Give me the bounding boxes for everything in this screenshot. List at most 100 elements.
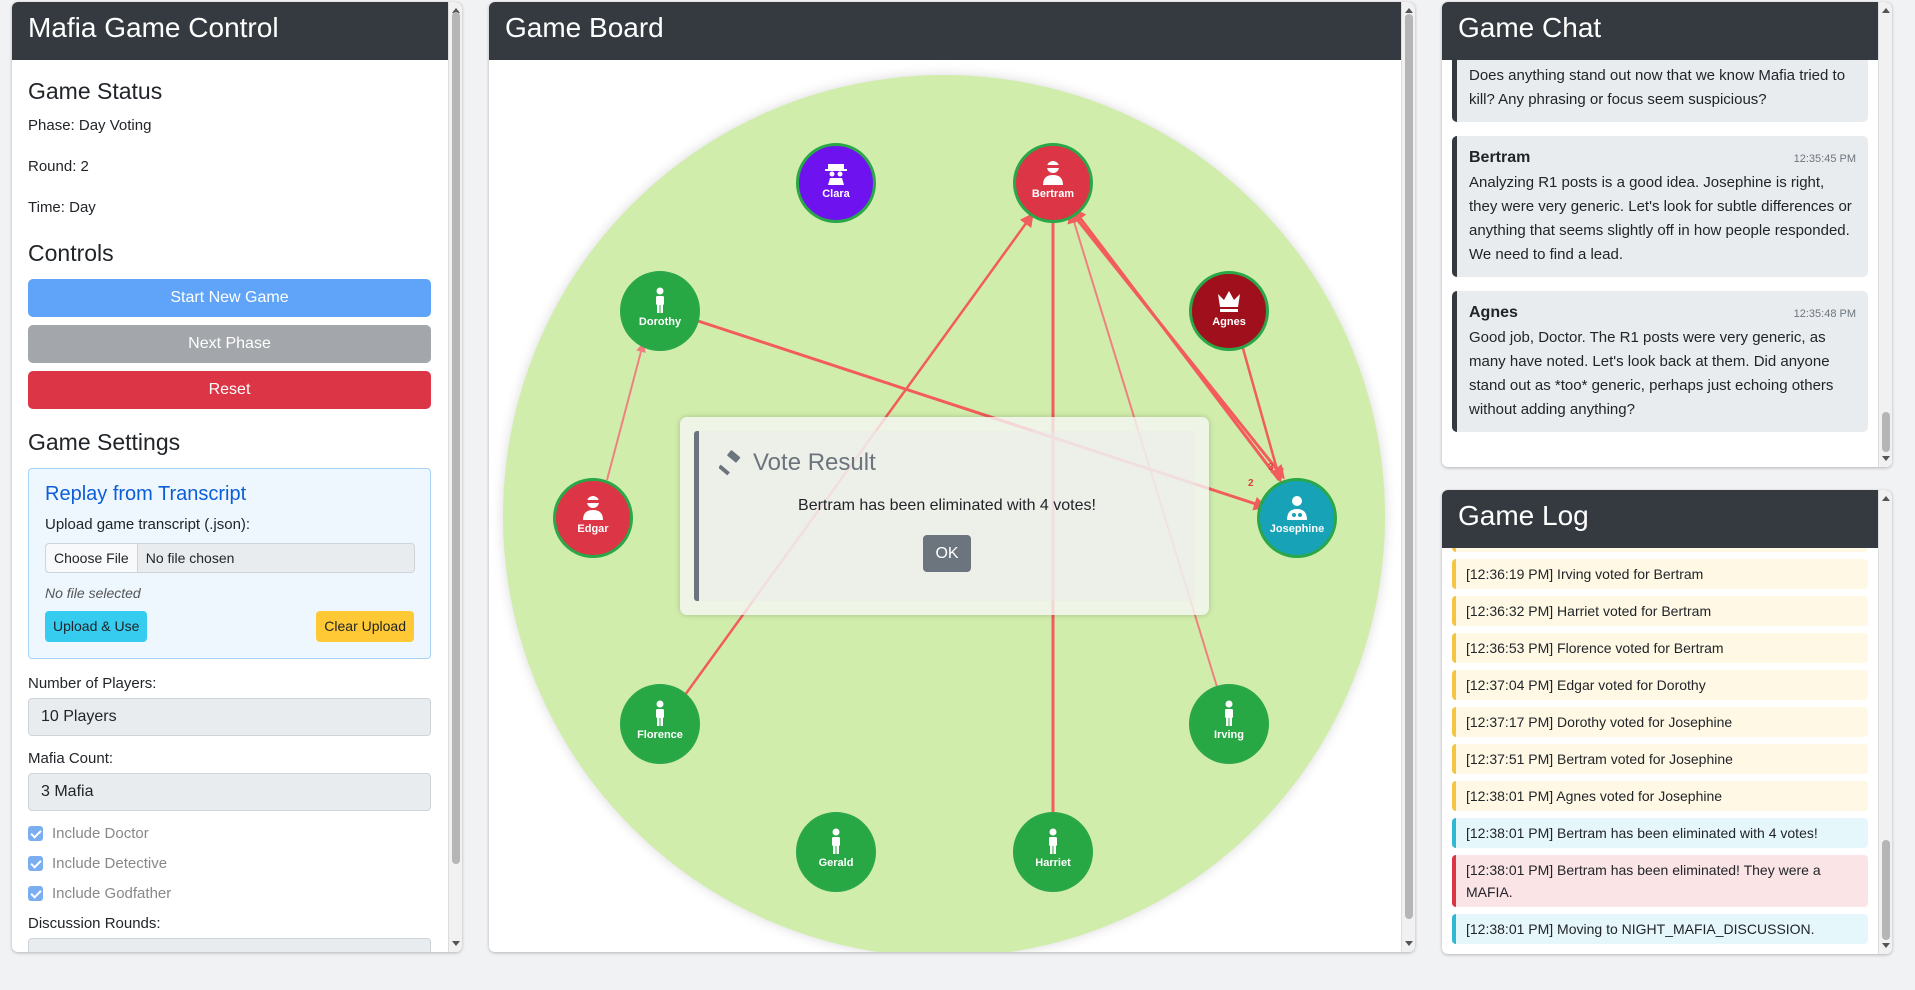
include-godfather-row[interactable]: Include Godfather (28, 885, 446, 902)
players-label: Number of Players: (28, 675, 157, 692)
upload-use-button[interactable]: Upload & Use (45, 611, 148, 642)
game-control-panel: Mafia Game Control Game Status Phase: Da… (12, 2, 462, 952)
player-irving[interactable]: Irving (1189, 684, 1269, 764)
player-josephine[interactable]: Josephine (1257, 478, 1337, 558)
log-entry: [12:38:01 PM] Moving to NIGHT_MAFIA_DISC… (1452, 914, 1868, 944)
message-header: Bertram 12:35:45 PM (1469, 146, 1856, 171)
player-agnes[interactable]: Agnes (1189, 271, 1269, 351)
replay-title: Replay from Transcript (45, 483, 247, 505)
player-gerald[interactable]: Gerald (796, 812, 876, 892)
players-select[interactable]: 10 Players (28, 698, 431, 736)
controls-heading: Controls (28, 240, 114, 266)
doctor-icon (1287, 496, 1307, 520)
mafia-label: Mafia Count: (28, 750, 114, 767)
choose-file-button[interactable]: Choose File (46, 544, 138, 572)
log-entries: [12:36:19 PM] Irving voted for Bertram [… (1452, 548, 1868, 954)
message-text: Does anything stand out now that we know… (1469, 67, 1846, 108)
include-doctor-row[interactable]: Include Doctor (28, 825, 446, 842)
player-harriet[interactable]: Harriet (1013, 812, 1093, 892)
board-scrollbar[interactable] (1401, 2, 1415, 952)
mafia-icon (1043, 161, 1063, 185)
include-godfather-checkbox[interactable] (28, 886, 43, 901)
scroll-thumb[interactable] (1405, 14, 1413, 919)
log-entry: [12:37:17 PM] Dorothy voted for Josephin… (1452, 707, 1868, 737)
player-name: Agnes (1212, 316, 1246, 328)
modal-body: Vote Result Bertram has been eliminated … (694, 431, 1195, 601)
player-name: Edgar (577, 523, 609, 535)
log-entry: [12:37:04 PM] Edgar voted for Dorothy (1452, 670, 1868, 700)
log-scrollbar[interactable] (1878, 490, 1892, 954)
scroll-thumb[interactable] (1882, 412, 1890, 452)
player-dorothy[interactable]: Dorothy (620, 271, 700, 351)
player-edgar[interactable]: Edgar (553, 478, 633, 558)
player-name: Dorothy (638, 316, 682, 328)
ok-button[interactable]: OK (923, 535, 971, 572)
message-time: 12:35:45 PM (1793, 153, 1856, 165)
player-bertram[interactable]: Bertram (1013, 143, 1093, 223)
scroll-up-icon[interactable] (1882, 8, 1890, 13)
chat-message: Does anything stand out now that we know… (1452, 60, 1868, 122)
game-settings-heading: Game Settings (28, 429, 181, 455)
chat-message: Agnes 12:35:48 PM Good job, Doctor. The … (1452, 291, 1868, 432)
player-clara[interactable]: Clara (796, 143, 876, 223)
time-text: Time: Day (28, 199, 96, 216)
scroll-thumb[interactable] (1882, 840, 1890, 940)
message-header: Agnes 12:35:48 PM (1469, 301, 1856, 326)
start-new-game-button[interactable]: Start New Game (28, 279, 431, 317)
chat-scrollbar[interactable] (1878, 2, 1892, 467)
scroll-down-icon[interactable] (452, 941, 460, 946)
next-phase-button[interactable]: Next Phase (28, 325, 431, 363)
round-text: Round: 2 (28, 158, 89, 175)
mafia-icon (583, 496, 603, 520)
left-scrollbar[interactable] (448, 2, 462, 952)
include-detective-row[interactable]: Include Detective (28, 855, 446, 872)
player-name: Irving (1214, 729, 1244, 741)
player-name: Clara (822, 188, 850, 200)
log-entry: [12:38:01 PM] Agnes voted for Josephine (1452, 781, 1868, 811)
game-control-content: Game Status Phase: Day Voting Round: 2 T… (12, 60, 462, 952)
log-entry: [12:37:51 PM] Bertram voted for Josephin… (1452, 744, 1868, 774)
message-text: Analyzing R1 posts is a good idea. Josep… (1469, 174, 1852, 263)
no-file-selected-text: No file selected (45, 585, 141, 601)
panel-title: Mafia Game Control (12, 2, 462, 60)
villager-icon (1049, 828, 1057, 854)
scroll-down-icon[interactable] (1882, 456, 1890, 461)
scroll-down-icon[interactable] (1405, 941, 1413, 946)
discussion-rounds-select[interactable] (28, 938, 431, 952)
message-sender: Agnes (1469, 304, 1518, 321)
include-detective-checkbox[interactable] (28, 856, 43, 871)
include-doctor-label: Include Doctor (52, 825, 149, 842)
log-entry (1452, 548, 1868, 552)
log-entry: [12:38:01 PM] Bertram has been eliminate… (1452, 818, 1868, 848)
vote-result-modal: Vote Result Bertram has been eliminated … (680, 417, 1209, 615)
crown-icon (1218, 291, 1240, 312)
board-title: Game Board (489, 2, 1415, 60)
player-name: Bertram (1031, 188, 1075, 200)
message-time: 12:35:48 PM (1793, 308, 1856, 320)
villager-icon (656, 700, 664, 726)
modal-message: Bertram has been eliminated with 4 votes… (798, 497, 1096, 514)
replay-box: Replay from Transcript Upload game trans… (28, 468, 431, 659)
reset-button[interactable]: Reset (28, 371, 431, 409)
scroll-up-icon[interactable] (1882, 496, 1890, 501)
include-doctor-checkbox[interactable] (28, 826, 43, 841)
game-log-panel: Game Log [12:36:19 PM] Irving voted for … (1442, 490, 1892, 954)
replay-actions: Upload & Use Clear Upload (45, 611, 414, 642)
clear-upload-button[interactable]: Clear Upload (316, 611, 414, 642)
scroll-thumb[interactable] (452, 12, 460, 864)
detective-icon (825, 164, 847, 185)
log-title: Game Log (1442, 490, 1892, 548)
scroll-up-icon[interactable] (1405, 8, 1413, 13)
game-chat-panel: Game Chat Does anything stand out now th… (1442, 2, 1892, 467)
message-sender: Bertram (1469, 149, 1531, 166)
player-florence[interactable]: Florence (620, 684, 700, 764)
file-input[interactable]: Choose File No file chosen (45, 543, 415, 573)
chat-messages: Does anything stand out now that we know… (1452, 60, 1868, 467)
modal-title: Vote Result (719, 449, 1175, 477)
villager-icon (832, 828, 840, 854)
scroll-down-icon[interactable] (1882, 943, 1890, 948)
player-name: Gerald (818, 857, 854, 869)
log-entry: [12:36:19 PM] Irving voted for Bertram (1452, 559, 1868, 589)
mafia-select[interactable]: 3 Mafia (28, 773, 431, 811)
chat-message: Bertram 12:35:45 PM Analyzing R1 posts i… (1452, 136, 1868, 277)
